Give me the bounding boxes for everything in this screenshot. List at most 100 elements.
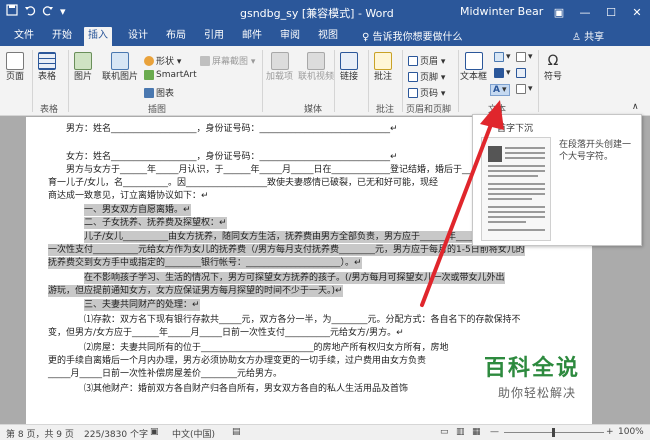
tab-design[interactable]: 设计 [124, 27, 152, 46]
video-icon [307, 52, 325, 70]
symbol-button[interactable]: Ω 符号 [544, 52, 562, 82]
page-button[interactable]: 页面 [6, 52, 24, 82]
status-bar: 第 8 页，共 9 页 225/3830 个字 ▣ 中文(中国) ▤ ▭ ▥ ▦… [0, 424, 650, 440]
chart-icon [144, 87, 154, 98]
user-name[interactable]: Midwinter Bear [460, 5, 543, 18]
addins-icon [270, 52, 289, 70]
watermark-title: 百科全说 [484, 356, 581, 381]
word-window: ▾ gsndbg_sy [兼容模式] - Word Midwinter Bear… [0, 0, 650, 440]
redo-icon[interactable] [42, 4, 54, 20]
image-button[interactable]: 图片 [74, 52, 92, 82]
doc-line: ⑴存款：双方名下现有银行存款共_____元，双方各分一半，为________元。… [84, 315, 521, 325]
read-mode-icon[interactable]: ▭ [440, 427, 449, 437]
wordart-icon [494, 68, 504, 78]
object-icon [516, 84, 526, 94]
addins-button[interactable]: 加载项 [266, 52, 293, 82]
doc-line-selected: 儿子/女儿__________由女方抚养，随同女方生活，抚养费由男方全部负责，男… [84, 231, 529, 243]
online-video-button[interactable]: 联机视频 [298, 52, 334, 82]
doc-line: 女方：姓名___________________，身份证号码：_________… [66, 152, 398, 162]
online-image-icon [111, 52, 129, 70]
wordart-button[interactable]: ▾ [494, 68, 511, 78]
doc-line-selected: 一、男女双方自愿离婚。↵ [84, 204, 191, 216]
close-button[interactable]: ✕ [624, 0, 650, 24]
object-button[interactable]: ▾ [516, 84, 533, 94]
watermark-subtitle: 助你轻松解决 [498, 386, 577, 400]
page-number-icon [408, 87, 418, 98]
page-number-button[interactable]: 页码 ▾ [408, 86, 445, 99]
online-image-button[interactable]: 联机图片 [102, 52, 138, 82]
omega-icon: Ω [547, 53, 559, 69]
doc-line: 男方与女方于______年_____月认识，于______年_____月____… [66, 165, 490, 175]
textbox-icon [464, 52, 483, 70]
textbox-button[interactable]: 文本框 [460, 52, 487, 82]
window-controls: ▣ — ☐ ✕ [546, 0, 650, 24]
tab-home[interactable]: 开始 [48, 27, 76, 46]
comment-button[interactable]: 批注 [374, 52, 392, 82]
drop-cap-icon: A [493, 85, 500, 95]
tab-layout[interactable]: 布局 [162, 27, 190, 46]
footer-button[interactable]: 页脚 ▾ [408, 70, 445, 83]
macro-icon[interactable]: ▤ [232, 427, 241, 437]
table-button[interactable]: 表格 [38, 52, 56, 82]
smartart-button[interactable]: SmartArt [144, 70, 197, 80]
header-button[interactable]: 页眉 ▾ [408, 54, 445, 67]
word-count[interactable]: 225/3830 个字 [84, 427, 148, 440]
tab-mailings[interactable]: 邮件 [238, 27, 266, 46]
screenshot-icon [200, 55, 210, 66]
shapes-icon [144, 55, 154, 66]
ribbon-tabs: 文件 开始 插入 设计 布局 引用 邮件 审阅 视图 ♀ 告诉我你想要做什么 ♙… [0, 24, 650, 46]
qat-dropdown-icon[interactable]: ▾ [60, 5, 66, 19]
screenshot-button[interactable]: 屏幕截图 ▾ [200, 54, 255, 67]
zoom-slider-thumb[interactable] [552, 428, 555, 437]
shapes-button[interactable]: 形状 ▾ [144, 54, 181, 67]
drop-cap-button[interactable]: A ▾ [490, 84, 510, 96]
header-icon [408, 55, 418, 66]
link-button[interactable]: 链接 [340, 52, 358, 82]
save-icon[interactable] [6, 4, 18, 20]
doc-line-selected: 抚养费交到女方手中或指定的________银行帐号：______________… [48, 257, 362, 269]
share-button[interactable]: ♙ 共享 [572, 28, 604, 43]
language[interactable]: 中文(中国) [172, 427, 215, 440]
signature-line-button[interactable]: ▾ [516, 52, 533, 62]
smartart-icon [144, 70, 154, 80]
ribbon-insert: 页面 表格 表格 图片 联机图片 形状 ▾ SmartArt 图表 屏幕截图 ▾… [0, 46, 650, 116]
zoom-in-button[interactable]: + [606, 427, 614, 437]
doc-line-selected: 三、夫妻共同财产的处理：↵ [84, 299, 200, 311]
tab-view[interactable]: 视图 [314, 27, 342, 46]
title-bar: ▾ gsndbg_sy [兼容模式] - Word Midwinter Bear… [0, 0, 650, 24]
quick-parts-button[interactable]: ▾ [494, 52, 511, 62]
tab-insert[interactable]: 插入 [84, 27, 112, 46]
tab-review[interactable]: 审阅 [276, 27, 304, 46]
page-count[interactable]: 第 8 页，共 9 页 [6, 427, 74, 440]
undo-icon[interactable] [24, 4, 36, 20]
doc-line: ⑵房屋：夫妻共同所有的位于_________________________的房… [84, 343, 449, 353]
web-layout-icon[interactable]: ▦ [472, 427, 481, 437]
ribbon-options-button[interactable]: ▣ [546, 0, 572, 24]
page-icon [6, 52, 24, 70]
quick-parts-icon [494, 52, 504, 62]
drop-cap-preview-image [481, 137, 551, 241]
doc-line-selected: 一次性支付__________元给女方作为女儿的抚养费（/男方每月支付抚养费__… [48, 244, 525, 256]
collapse-ribbon-icon[interactable]: ∧ [632, 102, 639, 112]
date-time-button[interactable] [516, 68, 526, 78]
print-layout-icon[interactable]: ▥ [456, 427, 465, 437]
group-label-table: 表格 [40, 105, 59, 115]
footer-icon [408, 71, 418, 82]
zoom-out-button[interactable]: — [490, 427, 499, 437]
group-label-illustrations: 插图 [148, 105, 167, 115]
table-icon [38, 52, 56, 70]
chart-button[interactable]: 图表 [144, 86, 174, 99]
doc-line-selected: 游玩，但应提前通知女方，女方应保证男方每月探望的时间不少于一天。)↵ [48, 285, 343, 297]
zoom-level[interactable]: 100% [618, 427, 644, 437]
link-icon [340, 52, 358, 70]
tab-references[interactable]: 引用 [200, 27, 228, 46]
signature-icon [516, 52, 526, 62]
tell-me-search[interactable]: ♀ 告诉我你想要做什么 [362, 28, 463, 43]
maximize-button[interactable]: ☐ [598, 0, 624, 24]
date-time-icon [516, 68, 526, 78]
proofing-icon[interactable]: ▣ [150, 427, 159, 437]
tab-file[interactable]: 文件 [10, 27, 38, 46]
group-label-header-footer: 页眉和页脚 [406, 105, 452, 115]
minimize-button[interactable]: — [572, 0, 598, 24]
comment-icon [374, 52, 392, 70]
